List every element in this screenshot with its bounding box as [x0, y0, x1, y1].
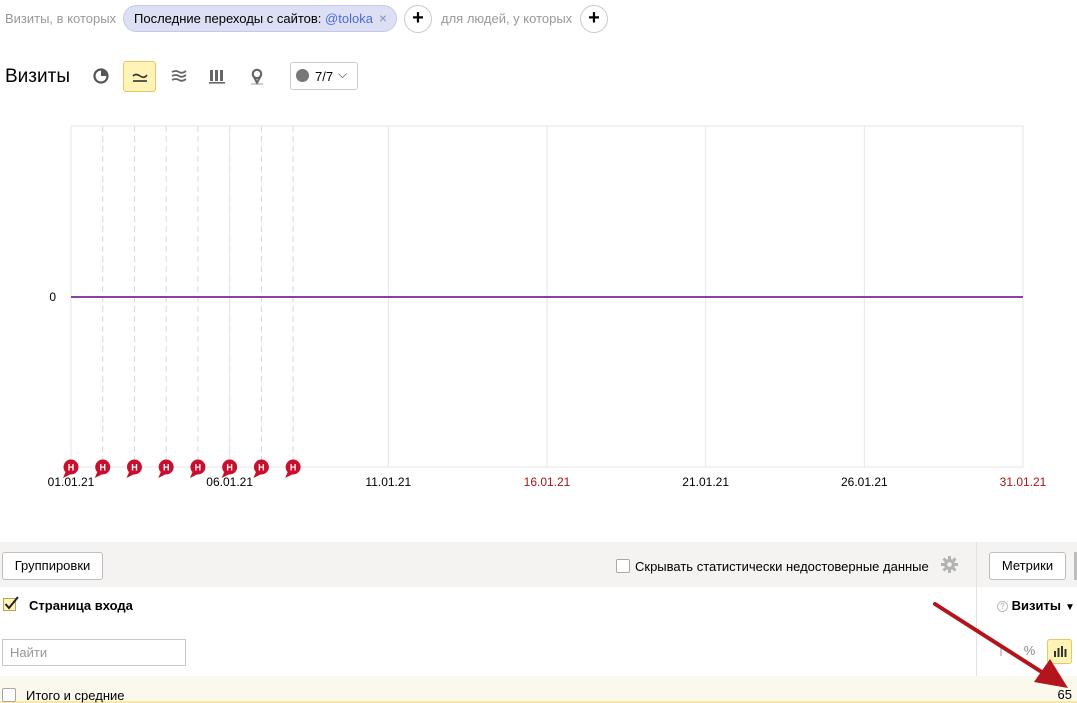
- hide-unreliable-checkbox[interactable]: [616, 559, 630, 573]
- bar-chart-button[interactable]: [201, 61, 234, 92]
- line-chart-button[interactable]: [123, 61, 156, 92]
- totals-checkbox[interactable]: [2, 688, 16, 702]
- segment-bar: Визиты, в которых Последние переходы с с…: [0, 0, 1077, 37]
- totals-label: Итого и средние: [26, 688, 125, 703]
- totals-value: 65: [1057, 687, 1072, 702]
- area-chart-button[interactable]: [163, 61, 196, 92]
- percent-view-button[interactable]: %: [1017, 639, 1042, 664]
- bar-view-icon: [1053, 646, 1066, 657]
- x-tick-label: 06.01.21: [206, 475, 253, 489]
- search-input[interactable]: [2, 639, 186, 666]
- pie-chart-button[interactable]: [85, 61, 118, 92]
- annotations-dropdown[interactable]: 7/7 ⌵: [290, 62, 358, 90]
- annotations-count: 7/7: [315, 69, 334, 84]
- dimension-checkbox[interactable]: [3, 596, 19, 612]
- holiday-marker-label: Н: [68, 463, 75, 473]
- segment-chip-value: @toloka: [325, 11, 373, 26]
- map-button[interactable]: [241, 61, 274, 92]
- segment-chip-label: Последние переходы с сайтов:: [134, 11, 326, 26]
- add-people-condition-button[interactable]: +: [580, 5, 608, 33]
- holiday-marker-label: Н: [258, 463, 265, 473]
- holiday-marker-label: Н: [99, 463, 106, 473]
- dimension-title: Страница входа: [29, 598, 133, 613]
- metric-column-label: Визиты: [1011, 598, 1061, 613]
- hide-unreliable-label: Скрывать статистически недостоверные дан…: [635, 559, 929, 574]
- segment-people-label: для людей, у которых: [441, 11, 573, 26]
- holiday-marker-label: Н: [163, 463, 170, 473]
- bar-chart-icon: [209, 70, 225, 84]
- chart-title: Визиты: [5, 66, 70, 87]
- area-chart-icon: [171, 70, 187, 82]
- groupings-button[interactable]: Группировки: [2, 552, 103, 580]
- holiday-marker-label: Н: [195, 463, 202, 473]
- holiday-marker-label: Н: [131, 463, 138, 473]
- metrics-button[interactable]: Метрики: [989, 552, 1066, 580]
- x-tick-label: 16.01.21: [524, 475, 571, 489]
- gear-icon[interactable]: [941, 556, 958, 573]
- x-tick-label: 26.01.21: [841, 475, 888, 489]
- help-icon[interactable]: ?: [997, 601, 1008, 612]
- visits-line-chart: 0 01.01.21 06.01.21 11.01.21 16.01.21 21.01.2…: [48, 125, 1047, 489]
- holiday-marker-label: Н: [226, 463, 233, 473]
- add-visit-condition-button[interactable]: +: [404, 5, 432, 33]
- list-view-button[interactable]: [988, 639, 1013, 664]
- x-tick-label: 21.01.21: [682, 475, 729, 489]
- list-view-icon: [999, 646, 1002, 656]
- x-tick-label: 11.01.21: [365, 475, 411, 489]
- x-tick-label: 31.01.21: [1000, 475, 1047, 489]
- x-tick-label: 01.01.21: [48, 475, 95, 489]
- comment-bubble-icon: [296, 69, 309, 82]
- metric-column-header[interactable]: ? Визиты ▼: [997, 598, 1075, 613]
- close-icon[interactable]: ×: [379, 6, 387, 31]
- segment-chip[interactable]: Последние переходы с сайтов: @toloka ×: [123, 5, 397, 32]
- totals-row: [0, 676, 1077, 703]
- y-tick-label: 0: [49, 290, 56, 304]
- map-icon: [251, 68, 263, 85]
- sort-arrow-icon[interactable]: ▼: [1065, 602, 1075, 613]
- chevron-down-icon: ⌵: [338, 67, 348, 81]
- segment-prefix: Визиты, в которых: [5, 11, 117, 26]
- holiday-marker-label: Н: [290, 463, 297, 473]
- pie-chart-icon: [93, 68, 109, 84]
- bar-view-button[interactable]: [1047, 639, 1072, 664]
- line-chart-icon: [132, 73, 148, 82]
